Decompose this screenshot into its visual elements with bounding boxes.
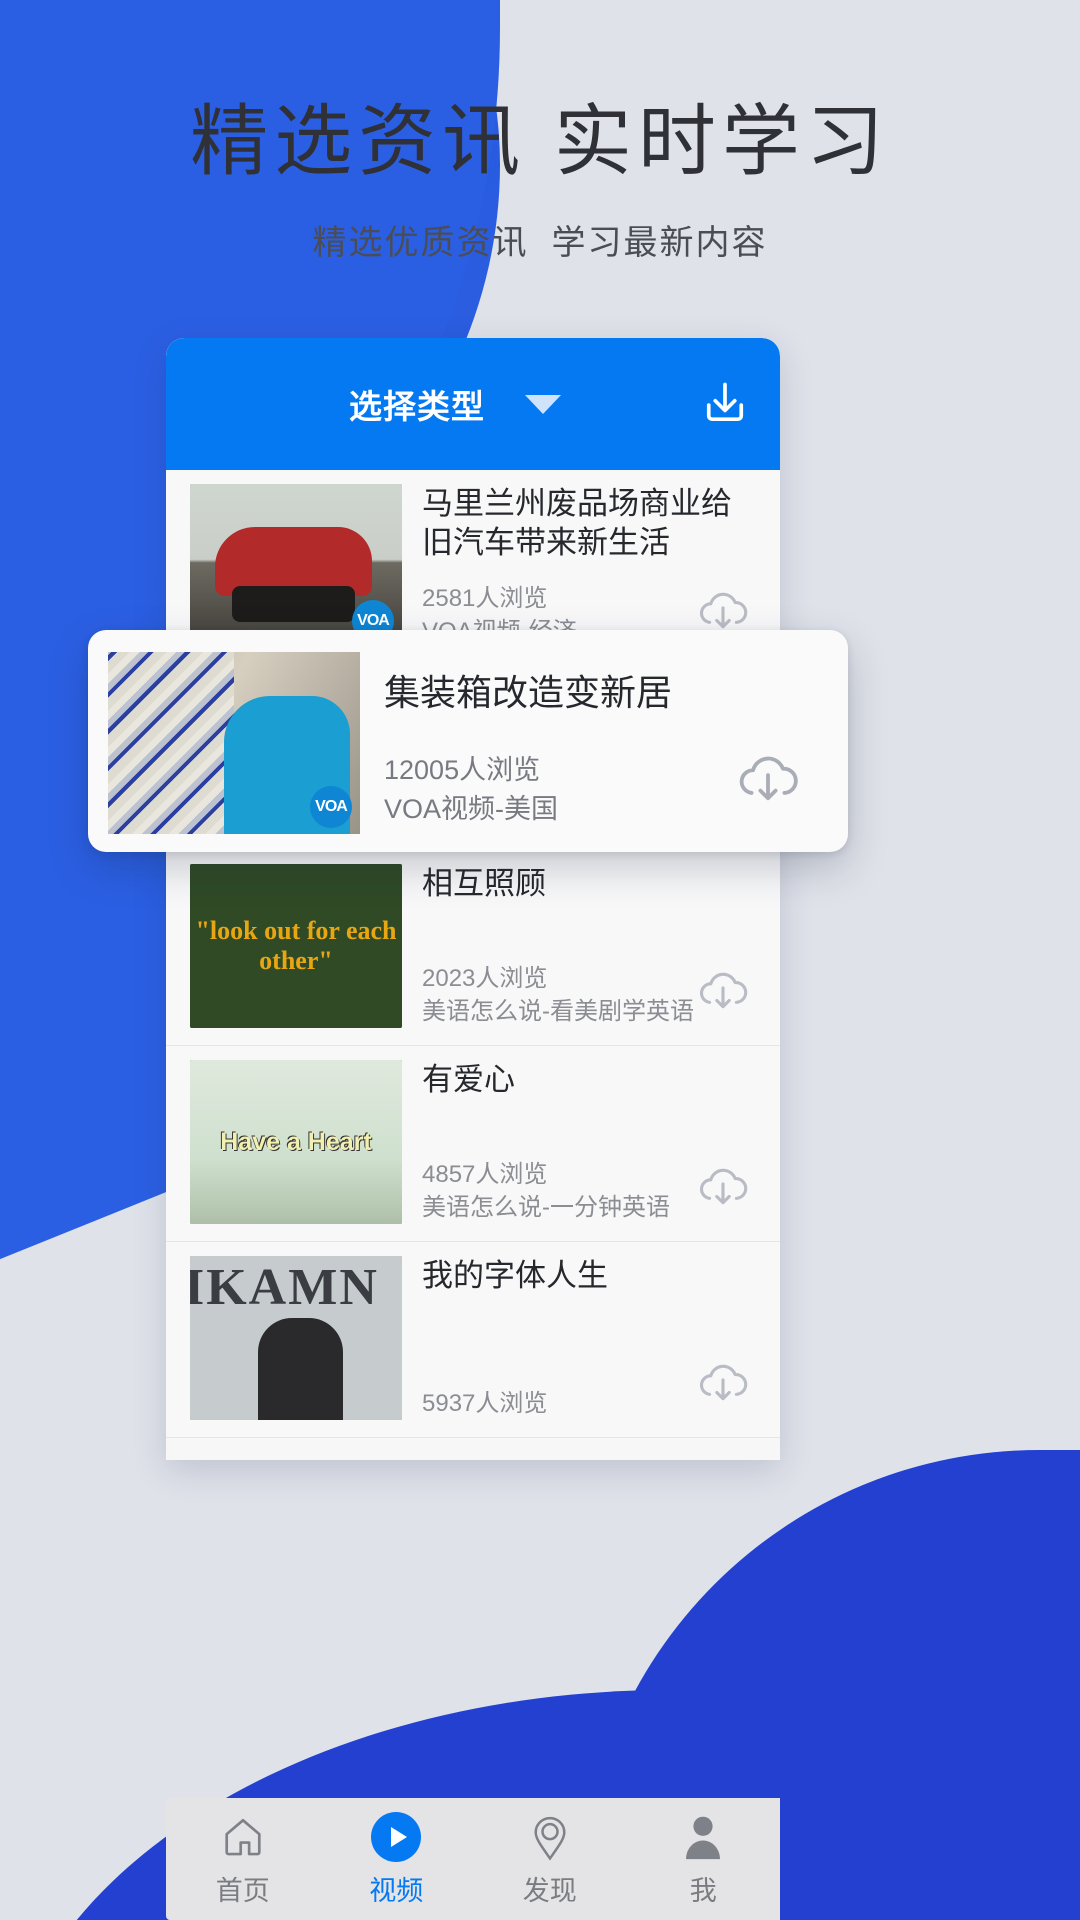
video-list[interactable]: VOA 马里兰州废品场商业给旧汽车带来新生活 2581人浏览 VOA视频-经济 <box>166 470 780 1460</box>
thumbnail: VOA <box>190 484 402 648</box>
map-pin-icon <box>528 1811 572 1863</box>
app-promo-screen: 精选资讯 实时学习 精选优质资讯 学习最新内容 选择类型 VOA 马里兰州废品场… <box>0 0 1080 1920</box>
thumbnail-text: Have a Heart <box>220 1127 372 1156</box>
highlight-card-views: 12005人浏览 <box>384 755 541 786</box>
cloud-download-icon[interactable] <box>692 1357 758 1413</box>
tab-label: 我 <box>689 1875 717 1906</box>
app-bar: 选择类型 <box>166 338 780 470</box>
tab-home[interactable]: 首页 <box>166 1798 320 1920</box>
highlight-card-source: VOA视频-美国 <box>384 793 559 824</box>
app-screen-mockup: 选择类型 VOA 马里兰州废品场商业给旧汽车带来新生活 2581人浏览 "loo… <box>166 338 780 1460</box>
list-item-source: 美语怎么说-一分钟英语 <box>422 1194 670 1222</box>
thumbnail-text: "look out for each other" <box>195 916 397 975</box>
tab-me[interactable]: 我 <box>627 1798 781 1920</box>
chevron-down-icon <box>525 394 561 414</box>
list-item[interactable]: "look out for each other" 相互照顾 2023人浏览 美… <box>166 850 780 1046</box>
list-item-views: 4857人浏览 <box>422 1160 548 1188</box>
tab-label: 首页 <box>215 1875 270 1906</box>
list-item-title: 我的字体人生 <box>422 1258 608 1293</box>
thumbnail: VOA <box>108 652 360 834</box>
cloud-download-icon[interactable] <box>692 965 758 1021</box>
person-icon <box>680 1811 726 1863</box>
list-item[interactable]: IKAMN 我的字体人生 5937人浏览 <box>166 1242 780 1438</box>
highlight-card-title: 集装箱改造变新居 <box>384 672 673 713</box>
highlight-card-meta: 12005人浏览 VOA视频-美国 <box>384 751 558 828</box>
tab-discover[interactable]: 发现 <box>473 1798 627 1920</box>
list-item-title: 有爱心 <box>422 1062 515 1097</box>
highlighted-list-item-card[interactable]: VOA 集装箱改造变新居 12005人浏览 VOA视频-美国 <box>88 630 848 852</box>
home-icon <box>218 1811 268 1863</box>
thumbnail: Have a Heart <box>190 1060 402 1224</box>
tab-label: 视频 <box>369 1875 424 1906</box>
download-tray-icon[interactable] <box>694 373 756 435</box>
list-item-views: 5937人浏览 <box>422 1390 548 1418</box>
hero-title: 精选资讯 实时学习 <box>190 97 890 185</box>
app-bar-title: 选择类型 <box>349 388 485 425</box>
cloud-download-icon[interactable] <box>692 1161 758 1217</box>
play-circle-icon <box>371 1811 422 1863</box>
voa-badge: VOA <box>310 786 352 828</box>
list-item-meta: 4857人浏览 美语怎么说-一分钟英语 <box>422 1158 670 1225</box>
list-item-title: 相互照顾 <box>422 866 546 901</box>
thumbnail: IKAMN <box>190 1256 402 1420</box>
type-selector[interactable]: 选择类型 <box>349 380 561 428</box>
tab-label: 发现 <box>522 1875 577 1906</box>
hero-subtitle: 精选优质资讯 学习最新内容 <box>312 224 768 263</box>
list-item-meta: 5937人浏览 <box>422 1387 547 1421</box>
bottom-tab-bar[interactable]: 首页 视频 发现 我 <box>166 1798 780 1920</box>
list-item-source: 美语怎么说-看美剧学英语 <box>422 998 694 1026</box>
thumbnail-text: IKAMN <box>190 1259 379 1316</box>
list-item-title: 马里兰州废品场商业给旧汽车带来新生活 <box>422 486 732 561</box>
list-item-meta: 2023人浏览 美语怎么说-看美剧学英语 <box>422 962 694 1029</box>
cloud-download-icon[interactable] <box>730 748 810 812</box>
list-item[interactable]: Have a Heart 有爱心 4857人浏览 美语怎么说-一分钟英语 <box>166 1046 780 1242</box>
tab-video[interactable]: 视频 <box>320 1798 474 1920</box>
thumbnail: "look out for each other" <box>190 864 402 1028</box>
list-item-views: 2023人浏览 <box>422 964 548 992</box>
hero-section: 精选资讯 实时学习 精选优质资讯 学习最新内容 <box>0 97 1080 264</box>
list-item-views: 2581人浏览 <box>422 584 548 612</box>
